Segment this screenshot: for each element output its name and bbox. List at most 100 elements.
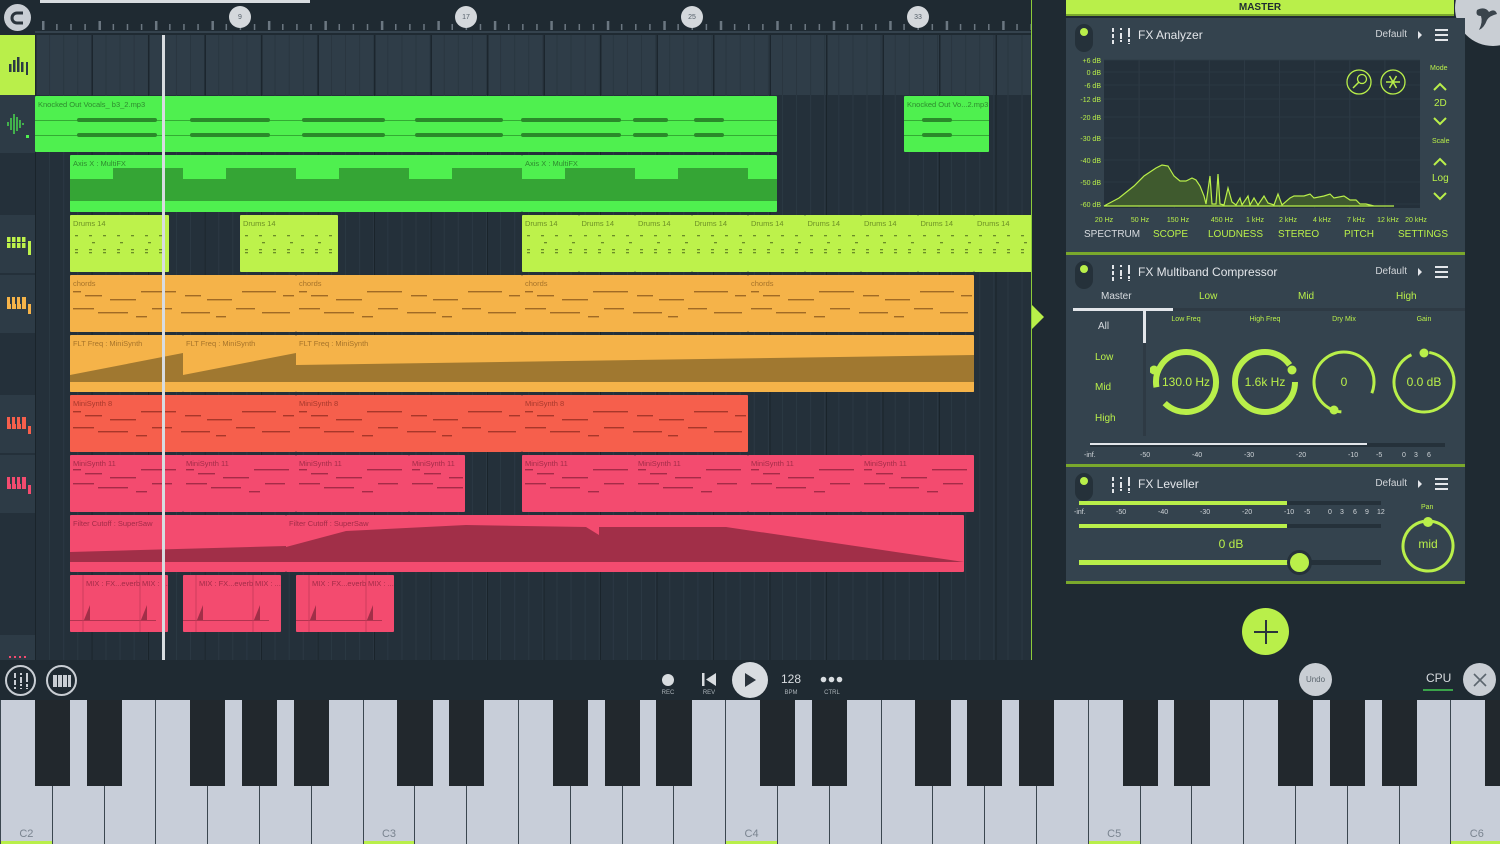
scale-up-chevron-icon[interactable] xyxy=(1433,157,1447,166)
pattern-clip[interactable]: chords xyxy=(70,275,296,332)
cpu-indicator[interactable]: CPU xyxy=(1426,671,1451,685)
automation-clip[interactable]: Axis X : MultiFX xyxy=(70,155,522,212)
pattern-clip[interactable]: MiniSynth 8 xyxy=(70,395,296,452)
volume-slider-thumb[interactable] xyxy=(1287,550,1313,575)
automation-clip[interactable]: MIX : FX...everb MIX : ... xyxy=(70,575,168,632)
piano-black-key[interactable] xyxy=(293,700,329,786)
hamburger-menu-icon[interactable] xyxy=(1435,29,1448,41)
piano-black-key[interactable] xyxy=(241,700,278,786)
pattern-clip[interactable]: Drums 14 xyxy=(974,215,1032,272)
record-button[interactable] xyxy=(662,674,674,686)
pattern-clip[interactable]: Drums 14 xyxy=(70,215,169,272)
band-mid[interactable]: Mid xyxy=(1095,382,1111,393)
rewind-button[interactable] xyxy=(701,672,717,687)
mixer-button[interactable] xyxy=(5,665,36,696)
automation-clip[interactable]: Filter Cutoff : SuperSaw xyxy=(70,515,286,572)
analyzer-tab-spectrum[interactable]: SPECTRUM xyxy=(1084,229,1140,240)
timeline-ruler[interactable]: 9 17 25 33 xyxy=(0,0,1032,35)
piano-black-key[interactable] xyxy=(811,700,847,786)
piano-keyboard[interactable]: C2 C3 C4 C5 C6 xyxy=(0,700,1500,844)
track-header-8[interactable] xyxy=(0,455,35,513)
mode-down-chevron-icon[interactable] xyxy=(1433,117,1447,126)
pattern-clip[interactable]: Drums 14 xyxy=(578,215,635,272)
pattern-clip[interactable]: Drums 14 xyxy=(240,215,338,272)
automation-clip[interactable]: FLT Freq : MiniSynth xyxy=(183,335,296,392)
add-effect-button[interactable] xyxy=(1242,608,1289,655)
bar-marker[interactable]: 25 xyxy=(681,6,703,28)
compressor-tab-low[interactable]: Low xyxy=(1199,291,1217,302)
bar-marker[interactable]: 9 xyxy=(229,6,251,28)
preset-next-icon[interactable] xyxy=(1418,268,1422,276)
analyzer-tab-pitch[interactable]: PITCH xyxy=(1344,229,1374,240)
band-high[interactable]: High xyxy=(1095,413,1116,424)
spectrum-display[interactable]: +6 dB 0 dB -6 dB -12 dB -20 dB -30 dB -40 dB -5… xyxy=(1066,52,1465,222)
bar-marker[interactable]: 33 xyxy=(907,6,929,28)
snap-magnet-button[interactable] xyxy=(4,4,31,31)
track-header-7[interactable] xyxy=(0,395,35,453)
pattern-clip[interactable]: chords xyxy=(522,275,748,332)
piano-black-key[interactable] xyxy=(1018,700,1055,786)
pattern-clip[interactable]: MiniSynth 8 xyxy=(522,395,748,452)
audio-clip[interactable]: Knocked Out Vo...2.mp3 xyxy=(904,96,989,152)
piano-black-key[interactable] xyxy=(915,700,951,786)
piano-black-key[interactable] xyxy=(1277,700,1314,786)
playhead[interactable] xyxy=(162,35,165,660)
play-button[interactable] xyxy=(732,662,768,698)
piano-black-key[interactable] xyxy=(1329,700,1365,786)
pattern-clip[interactable]: Drums 14 xyxy=(804,215,861,272)
pattern-clip[interactable]: MiniSynth 8 xyxy=(296,395,522,452)
pattern-clip[interactable]: MiniSynth 11 xyxy=(635,455,748,512)
pattern-clip[interactable]: MiniSynth 11 xyxy=(522,455,635,512)
hamburger-menu-icon[interactable] xyxy=(1435,478,1448,490)
automation-clip[interactable]: FLT Freq : MiniSynth xyxy=(296,335,974,392)
preset-selector[interactable]: Default xyxy=(1375,478,1407,489)
mode-up-chevron-icon[interactable] xyxy=(1433,82,1447,91)
pattern-clip[interactable]: Drums 14 xyxy=(691,215,748,272)
band-low[interactable]: Low xyxy=(1095,352,1113,363)
piano-black-key[interactable] xyxy=(397,700,433,786)
compressor-tab-mid[interactable]: Mid xyxy=(1298,291,1314,302)
undo-button[interactable]: Undo xyxy=(1299,663,1332,696)
analyzer-tab-scope[interactable]: SCOPE xyxy=(1153,229,1188,240)
power-toggle[interactable] xyxy=(1075,24,1093,52)
preset-next-icon[interactable] xyxy=(1418,31,1422,39)
piano-black-key[interactable] xyxy=(1485,700,1500,786)
track-header-10[interactable] xyxy=(0,635,35,660)
piano-black-key[interactable] xyxy=(1381,700,1417,786)
compressor-tab-master[interactable]: Master xyxy=(1101,291,1132,302)
pattern-clip[interactable]: MiniSynth 11 xyxy=(409,455,465,512)
piano-black-key[interactable] xyxy=(1122,700,1158,786)
piano-black-key[interactable] xyxy=(34,700,70,786)
track-header-1[interactable] xyxy=(0,35,35,95)
piano-black-key[interactable] xyxy=(759,700,796,786)
pattern-clip[interactable]: MiniSynth 11 xyxy=(748,455,861,512)
piano-black-key[interactable] xyxy=(190,700,226,786)
piano-black-key[interactable] xyxy=(552,700,588,786)
pattern-clip[interactable]: MiniSynth 11 xyxy=(183,455,296,512)
automation-clip[interactable]: MIX : FX...everb MIX : ... xyxy=(183,575,281,632)
preset-next-icon[interactable] xyxy=(1418,480,1422,488)
piano-black-key[interactable] xyxy=(604,700,640,786)
automation-clip[interactable]: Filter Cutoff : SuperSaw xyxy=(286,515,964,572)
piano-black-key[interactable] xyxy=(967,700,1003,786)
compressor-tab-high[interactable]: High xyxy=(1396,291,1417,302)
more-options-icon[interactable] xyxy=(820,676,844,683)
automation-clip[interactable]: MIX : FX...everb MIX : ... xyxy=(296,575,394,632)
band-scroll-thumb[interactable] xyxy=(1143,311,1146,343)
preset-selector[interactable]: Default xyxy=(1375,266,1407,277)
pattern-clip[interactable]: Drums 14 xyxy=(917,215,974,272)
playlist[interactable]: 9 17 25 33 Knocked Out Vocals_ b3_2.mp3 … xyxy=(0,0,1032,660)
pattern-clip[interactable]: Drums 14 xyxy=(861,215,918,272)
playlist-grid-header-row[interactable] xyxy=(35,35,1032,95)
pattern-clip[interactable]: chords xyxy=(296,275,522,332)
expand-panel-arrow-icon[interactable] xyxy=(1032,305,1044,329)
power-toggle[interactable] xyxy=(1075,473,1093,501)
track-header-4[interactable] xyxy=(0,215,35,273)
playlist-divider[interactable] xyxy=(1031,0,1032,660)
piano-black-key[interactable] xyxy=(1174,700,1210,786)
analyzer-tab-stereo[interactable]: STEREO xyxy=(1278,229,1319,240)
track-header-5[interactable] xyxy=(0,275,35,333)
pattern-clip[interactable]: Drums 14 xyxy=(635,215,692,272)
piano-black-key[interactable] xyxy=(449,700,485,786)
pattern-clip[interactable]: MiniSynth 11 xyxy=(296,455,409,512)
